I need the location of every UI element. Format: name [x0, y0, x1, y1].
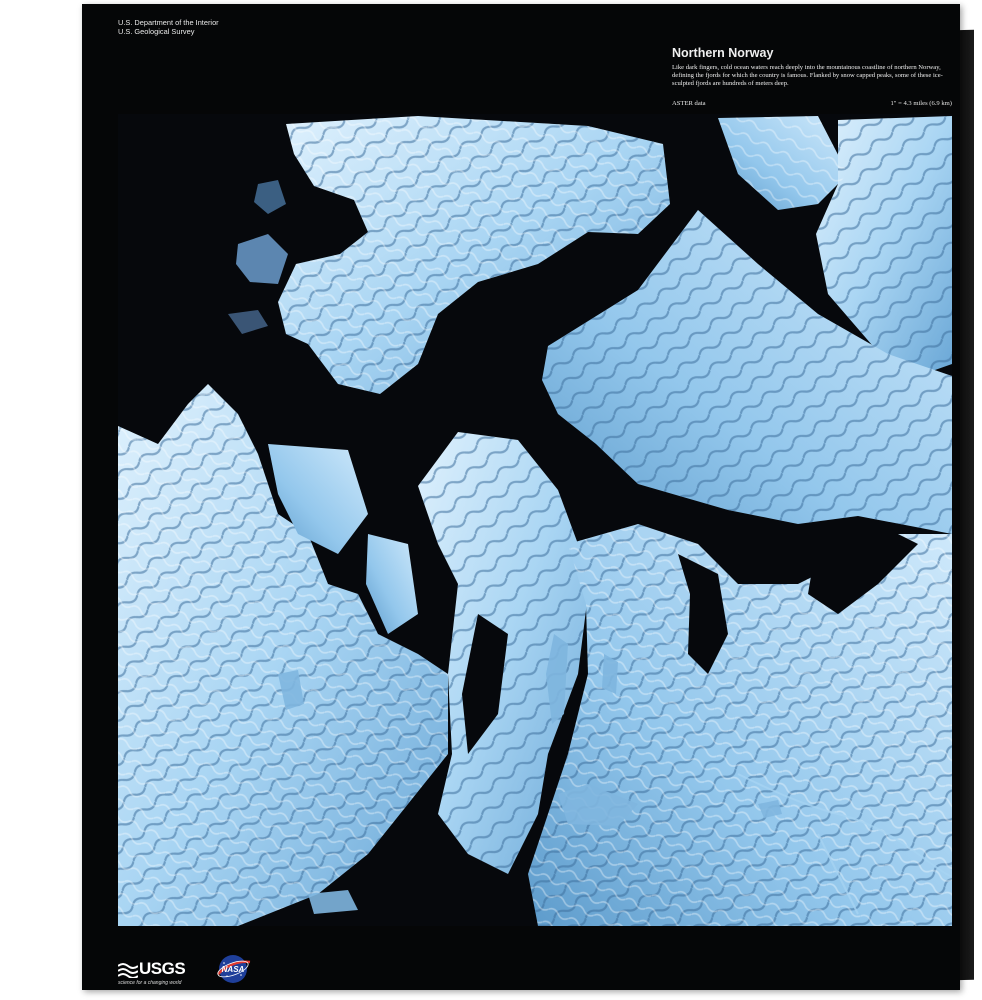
- nasa-meatball-icon: NASA: [217, 955, 251, 983]
- data-source-label: ASTER data: [672, 100, 706, 107]
- landmass-southeast: [528, 524, 952, 926]
- logo-bar: USGS science for a changing world NASA: [118, 952, 318, 986]
- satellite-image: [118, 114, 952, 926]
- fjord-landscape: [118, 114, 952, 926]
- usgs-wordmark: USGS: [139, 959, 186, 978]
- scale-label: 1" = 4.3 miles (6.9 km): [890, 100, 952, 107]
- info-panel: Northern Norway Like dark fingers, cold …: [672, 46, 952, 88]
- usgs-logo-icon: [118, 963, 138, 978]
- usgs-tagline: science for a changing world: [118, 980, 182, 986]
- poster-description: Like dark fingers, cold ocean waters rea…: [672, 64, 943, 87]
- agency-line-2: U.S. Geological Survey: [118, 27, 195, 36]
- meta-row: ASTER data 1" = 4.3 miles (6.9 km): [672, 100, 952, 112]
- poster-canvas: U.S. Department of the Interior U.S. Geo…: [82, 4, 960, 990]
- agency-line-1: U.S. Department of the Interior: [118, 18, 219, 27]
- poster-title: Northern Norway: [672, 46, 774, 60]
- agency-credit: U.S. Department of the Interior U.S. Geo…: [118, 18, 219, 36]
